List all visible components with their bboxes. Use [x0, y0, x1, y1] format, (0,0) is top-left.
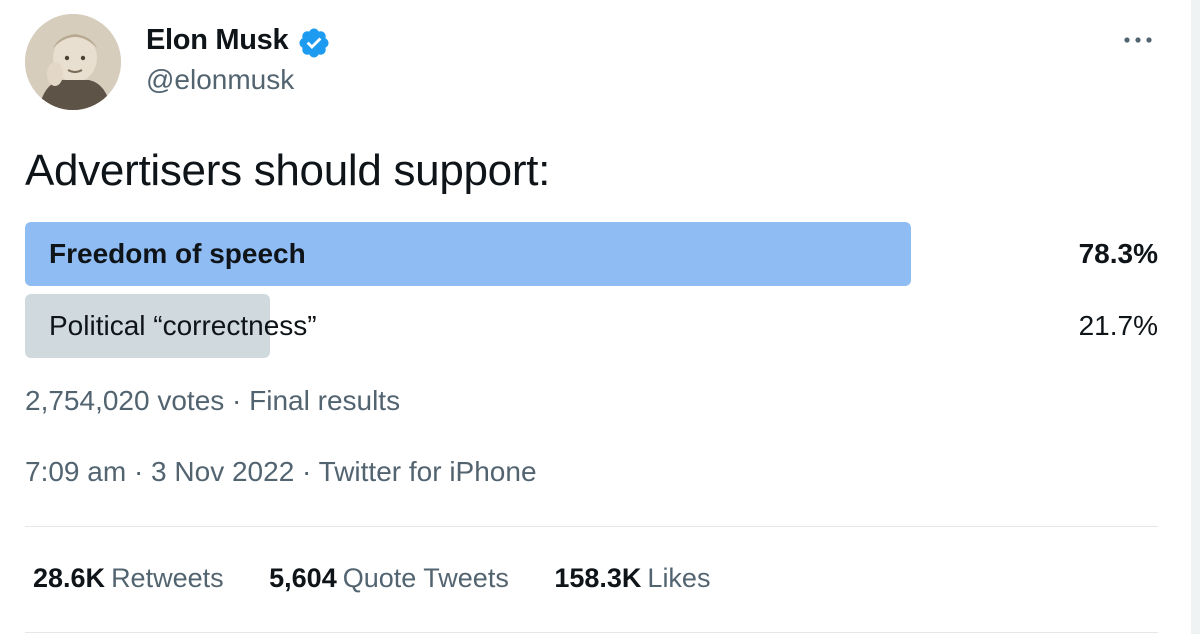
tweet-text: Advertisers should support:	[25, 146, 551, 195]
author-handle[interactable]: @elonmusk	[146, 64, 294, 96]
likes-count: 158.3K	[554, 563, 642, 593]
poll-option-label: Political “correctness”	[49, 310, 317, 341]
poll-option-percent: 21.7%	[1078, 310, 1158, 341]
author-name[interactable]: Elon Musk	[146, 24, 289, 57]
poll-option-percent: 78.3%	[1078, 238, 1158, 269]
likes-label: Likes	[647, 563, 711, 593]
poll-option-freedom-of-speech[interactable]: Freedom of speech 78.3%	[25, 222, 1158, 286]
poll-option-label: Freedom of speech	[49, 238, 306, 269]
more-options-icon[interactable]	[1118, 26, 1158, 54]
divider	[25, 632, 1158, 633]
poll-meta: 2,754,020 votes · Final results	[25, 385, 401, 416]
tweet-timestamp[interactable]: 7:09 am · 3 Nov 2022 · Twitter for iPhon…	[25, 456, 537, 488]
quote-tweets-stat[interactable]: 5,604 Quote Tweets	[269, 563, 509, 594]
retweets-stat[interactable]: 28.6K Retweets	[33, 563, 224, 594]
quote-tweets-count: 5,604	[269, 563, 337, 593]
scroll-gutter	[1191, 0, 1200, 634]
divider	[25, 526, 1158, 527]
avatar-photo-icon	[25, 14, 121, 110]
avatar[interactable]	[25, 14, 121, 110]
engagement-stats: 28.6K Retweets 5,604 Quote Tweets 158.3K Li…	[33, 563, 748, 594]
poll-option-political-correctness[interactable]: Political “correctness” 21.7%	[25, 294, 1158, 358]
quote-tweets-label: Quote Tweets	[342, 563, 509, 593]
retweets-count: 28.6K	[33, 563, 106, 593]
likes-stat[interactable]: 158.3K Likes	[554, 563, 710, 594]
verified-badge-icon[interactable]	[297, 26, 331, 60]
retweets-label: Retweets	[111, 563, 224, 593]
